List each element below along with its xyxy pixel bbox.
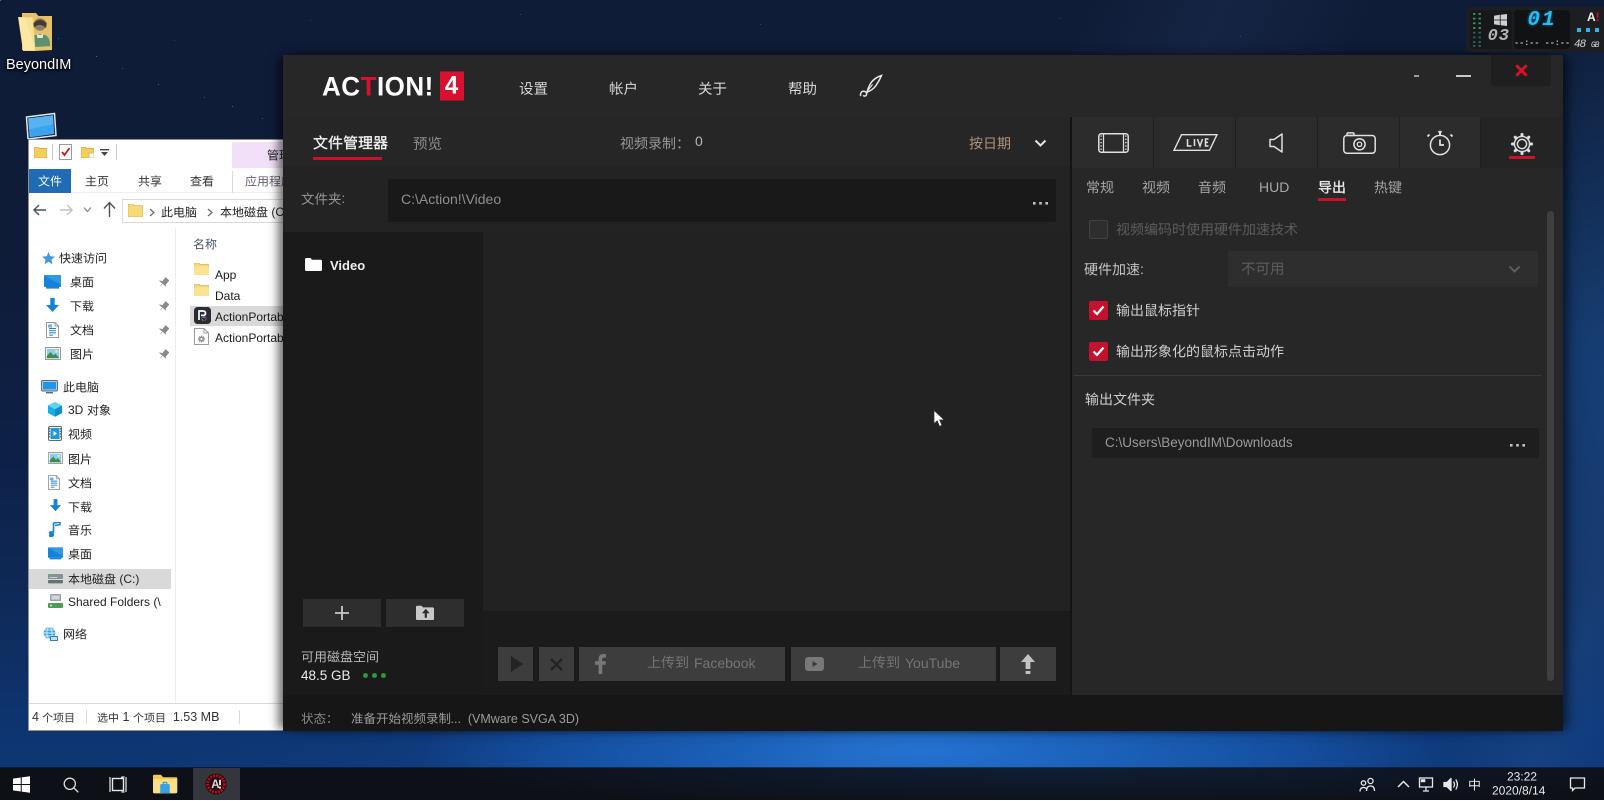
svg-text:A: A — [211, 779, 219, 791]
